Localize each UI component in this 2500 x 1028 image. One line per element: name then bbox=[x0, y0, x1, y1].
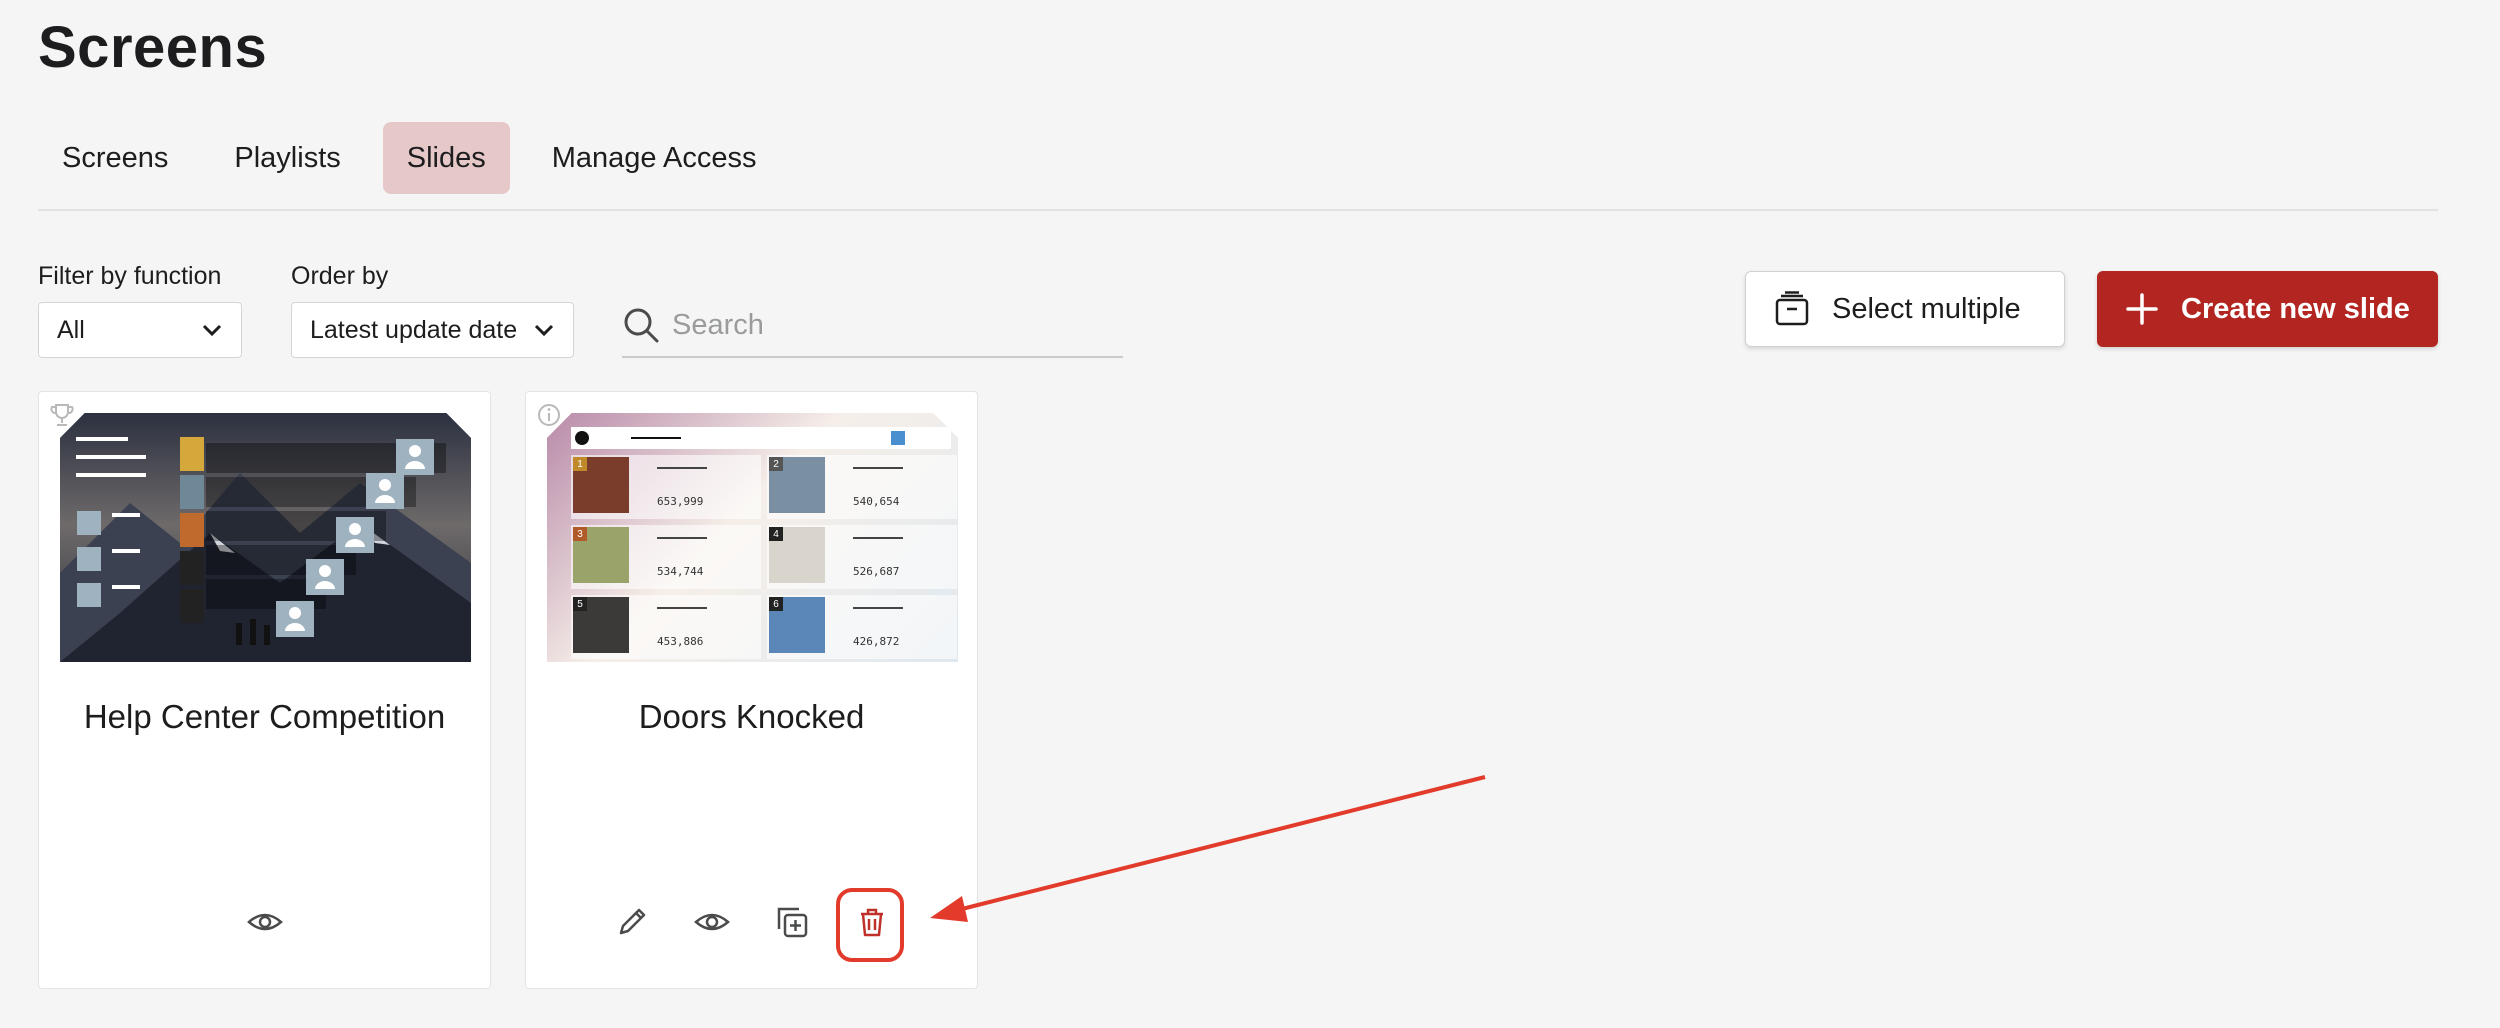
tab-bar: Screens Playlists Slides Manage Access bbox=[38, 122, 798, 194]
preview-badge bbox=[891, 431, 905, 445]
rank-badge: 4 bbox=[769, 527, 783, 541]
preview-title-line bbox=[631, 437, 681, 439]
name-line bbox=[657, 467, 707, 469]
entry-value: 453,886 bbox=[657, 635, 704, 648]
tab-manage-access[interactable]: Manage Access bbox=[528, 122, 781, 194]
rank-badge: 6 bbox=[769, 597, 783, 611]
mountain-leaderboard-image bbox=[60, 413, 471, 662]
name-line bbox=[853, 537, 903, 539]
eye-icon[interactable] bbox=[692, 902, 732, 942]
slide-title: Help Center Competition bbox=[83, 698, 446, 735]
chevron-down-icon bbox=[534, 324, 554, 337]
order-by-value: Latest update date bbox=[310, 315, 518, 344]
select-multiple-label: Select multiple bbox=[1832, 292, 2021, 325]
rank-badge: 2 bbox=[769, 457, 783, 471]
entry-value: 526,687 bbox=[853, 565, 900, 578]
slide-card[interactable]: 1 653,999 2 540,654 3 534,744 4 526,687 bbox=[525, 391, 978, 989]
slide-thumbnail: 1 653,999 2 540,654 3 534,744 4 526,687 bbox=[547, 413, 958, 662]
logo-icon bbox=[575, 431, 589, 445]
preview-entry: 6 426,872 bbox=[767, 595, 957, 659]
entry-value: 540,654 bbox=[853, 495, 900, 508]
search-box bbox=[622, 294, 1123, 358]
chevron-down-icon bbox=[202, 324, 222, 337]
search-icon bbox=[624, 308, 659, 343]
rank-badge: 3 bbox=[573, 527, 587, 541]
preview-header-bar bbox=[571, 427, 951, 449]
tab-slides[interactable]: Slides bbox=[382, 122, 510, 194]
entry-value: 653,999 bbox=[657, 495, 704, 508]
entry-value: 426,872 bbox=[853, 635, 900, 648]
preview-entry: 4 526,687 bbox=[767, 525, 957, 589]
entry-value: 534,744 bbox=[657, 565, 704, 578]
preview-entry: 5 453,886 bbox=[571, 595, 761, 659]
eye-icon[interactable] bbox=[245, 902, 285, 942]
name-line bbox=[853, 467, 903, 469]
preview-entry: 2 540,654 bbox=[767, 455, 957, 519]
slide-thumbnail bbox=[60, 413, 471, 662]
slide-card[interactable]: Help Center Competition bbox=[38, 391, 491, 989]
page-title: Screens bbox=[38, 15, 268, 80]
search-input[interactable] bbox=[672, 308, 1092, 342]
filter-function-select[interactable]: All bbox=[38, 302, 242, 358]
create-new-slide-label: Create new slide bbox=[2181, 292, 2410, 325]
filter-function-value: All bbox=[57, 315, 85, 344]
info-icon bbox=[538, 404, 560, 426]
name-line bbox=[853, 607, 903, 609]
tab-screens[interactable]: Screens bbox=[38, 122, 192, 194]
rank-badge: 1 bbox=[573, 457, 587, 471]
name-line bbox=[657, 607, 707, 609]
order-by-label: Order by bbox=[291, 262, 389, 290]
preview-leaderboard: 1 653,999 2 540,654 3 534,744 4 526,687 bbox=[571, 455, 957, 659]
trophy-icon bbox=[50, 404, 74, 426]
duplicate-icon[interactable] bbox=[772, 902, 812, 942]
create-new-slide-button[interactable]: Create new slide bbox=[2097, 271, 2438, 347]
rank-badge: 5 bbox=[573, 597, 587, 611]
order-by-select[interactable]: Latest update date bbox=[291, 302, 574, 358]
plus-icon bbox=[2126, 293, 2158, 325]
preview-entry: 3 534,744 bbox=[571, 525, 761, 589]
tab-playlists[interactable]: Playlists bbox=[210, 122, 364, 194]
stack-icon bbox=[1775, 291, 1809, 326]
slide-actions bbox=[526, 892, 977, 952]
slide-actions bbox=[39, 892, 490, 952]
name-line bbox=[657, 537, 707, 539]
pencil-icon[interactable] bbox=[612, 902, 652, 942]
delete-highlight-ring bbox=[836, 888, 904, 962]
select-multiple-button[interactable]: Select multiple bbox=[1745, 271, 2065, 347]
filter-function-label: Filter by function bbox=[38, 262, 222, 290]
tabs-divider bbox=[38, 209, 2438, 211]
preview-entry: 1 653,999 bbox=[571, 455, 761, 519]
slide-title: Doors Knocked bbox=[638, 698, 865, 735]
